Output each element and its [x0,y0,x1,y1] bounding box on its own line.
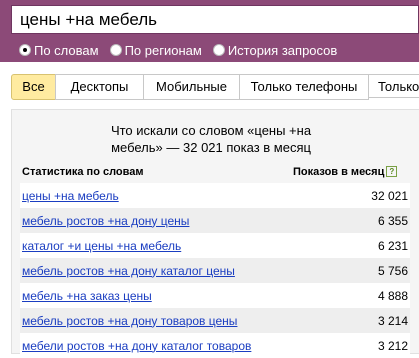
phrase-link[interactable]: каталог +и цены +на мебель [22,239,181,253]
tab-phones-only[interactable]: Только телефоны [239,74,369,100]
table-row: мебель ростов +на дону товаров цены 3 21… [20,308,410,333]
radio-by-regions[interactable]: По регионам [109,42,202,58]
phrase-link[interactable]: мебель +на заказ цены [22,289,152,303]
help-icon[interactable]: ? [386,166,398,177]
phrase-link[interactable]: мебель ростов +на дону товаров цены [22,314,237,328]
device-tabs: Все Десктопы Мобильные Только телефоны Т… [11,74,419,100]
phrase-link[interactable]: цены +на мебель [22,189,119,203]
results-title-line1: Что искали со словом «цены +на [110,123,312,138]
results-title-line2: мебель» — 32 021 показ в месяц [111,140,311,155]
tab-desktops[interactable]: Десктопы [55,74,144,100]
impressions-count: 6 355 [377,213,408,228]
phrase-link[interactable]: мебели ростов +на дону каталог товаров [22,339,251,353]
results-panel: Что искали со словом «цены +на мебель» —… [11,109,419,358]
results-list: цены +на мебель 32 021 мебель ростов +на… [20,183,410,358]
table-row: мебель ростов +на дону каталог цены 5 75… [20,258,410,283]
radio-circle[interactable] [212,44,225,56]
column-header-count: Показов в месяц? [293,166,398,178]
impressions-count: 4 888 [377,288,408,303]
impressions-count: 3 214 [377,313,408,328]
radio-label: По регионам [124,42,202,58]
table-row: мебель ростов +на дону цены 6 355 [20,208,410,233]
phrase-link[interactable]: мебель ростов +на дону цены [22,214,189,228]
tab-mobile[interactable]: Мобильные [143,74,240,100]
column-header-phrase: Статистика по словам [22,166,144,178]
results-title: Что искали со словом «цены +на мебель» —… [12,122,410,156]
impressions-count: 5 756 [377,263,408,278]
radio-label: История запросов [227,42,338,58]
search-header: цены +на мебель По словам По регионам Ис… [0,0,419,62]
tab-all[interactable]: Все [11,74,56,100]
search-input[interactable]: цены +на мебель [11,5,419,34]
table-row: мебели ростов +на дону каталог товаров 3… [20,333,410,358]
table-row: каталог +и цены +на мебель 6 231 [20,233,410,258]
radio-history[interactable]: История запросов [212,42,338,58]
radio-circle-checked[interactable] [19,44,31,56]
table-row: цены +на мебель 32 021 [20,183,410,208]
impressions-count: 6 231 [377,238,408,253]
radio-circle[interactable] [109,44,122,56]
tab-only-truncated[interactable]: Только [368,74,419,98]
radio-by-words[interactable]: По словам [19,43,99,58]
phrase-link[interactable]: мебель ростов +на дону каталог цены [22,264,235,278]
table-row: мебель +на заказ цены 4 888 [20,283,410,308]
search-mode-radios: По словам По регионам История запросов [19,41,348,59]
impressions-count: 3 212 [377,338,408,353]
column-header-count-label: Показов в месяц [293,166,385,178]
radio-label: По словам [34,42,99,58]
impressions-count: 32 021 [371,188,408,203]
